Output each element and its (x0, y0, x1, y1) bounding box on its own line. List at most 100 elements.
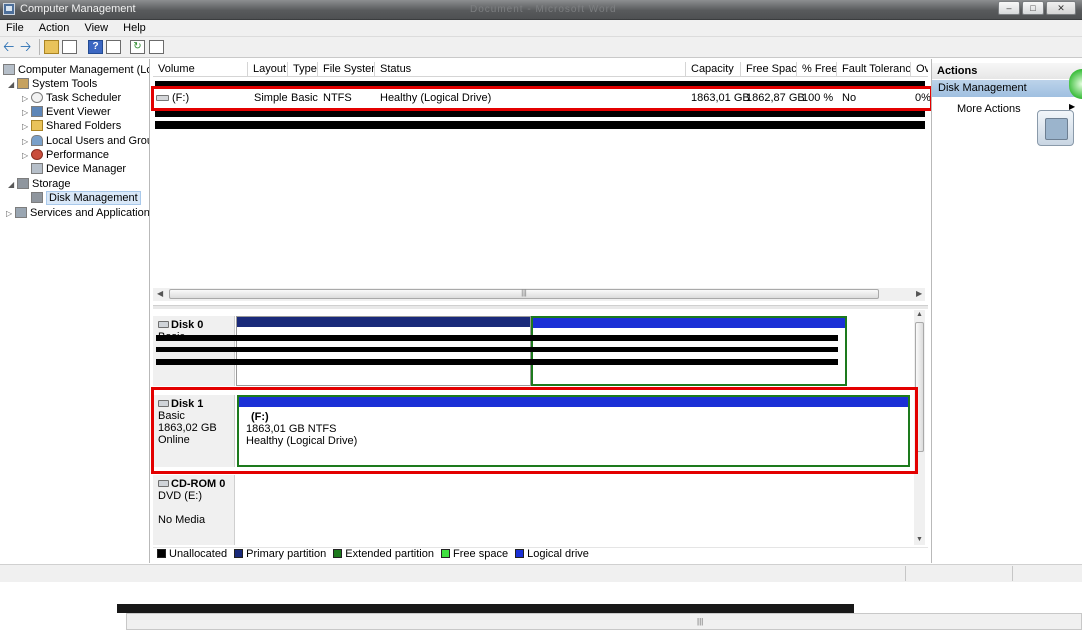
tree-device-manager[interactable]: Device Manager (31, 162, 126, 176)
tree-shared-folders-label: Shared Folders (46, 120, 122, 132)
tree-event-viewer[interactable]: ▷ Event Viewer (22, 105, 111, 119)
scroll-down-arrow-icon[interactable]: ▼ (916, 536, 923, 543)
partition-f-size: 1863,01 GB NTFS (246, 423, 337, 435)
redacted-disk-info (156, 335, 838, 341)
up-folder-icon[interactable] (44, 40, 59, 54)
maximize-button[interactable]: □ (1022, 1, 1044, 15)
logical-drive-bar (533, 318, 845, 328)
column-fault-tolerance[interactable]: Fault Tolerance (837, 62, 911, 77)
floating-app-icon[interactable] (1037, 110, 1074, 146)
forward-arrow-icon[interactable]: 🡢 (20, 39, 35, 54)
column-capacity[interactable]: Capacity (686, 62, 741, 77)
volume-name: (F:) (172, 92, 190, 104)
legend-logical: Logical drive (515, 548, 589, 561)
cdrom-0-label[interactable]: CD-ROM 0 DVD (E:) No Media (153, 475, 235, 545)
tree-disk-management-label: Disk Management (46, 191, 141, 205)
tree-services-label: Services and Applications (30, 207, 150, 219)
volume-scroll-thumb[interactable]: ||| (169, 289, 879, 299)
help-icon[interactable]: ? (88, 40, 103, 54)
collapse-arrow-icon[interactable]: ◢ (8, 78, 17, 92)
show-hide-tree-icon[interactable] (62, 40, 77, 54)
tree-event-viewer-label: Event Viewer (46, 106, 111, 118)
actions-disk-management[interactable]: Disk Management (932, 80, 1082, 97)
refresh-icon[interactable]: ↻ (130, 40, 145, 54)
column-layout[interactable]: Layout (248, 62, 288, 77)
volume-list-scrollbar[interactable]: ◀ ||| ▶ (153, 288, 925, 301)
properties-icon[interactable] (106, 40, 121, 54)
column-percent-free[interactable]: % Free (797, 62, 837, 77)
expand-arrow-icon[interactable]: ▷ (22, 106, 31, 120)
redacted-volume-row (155, 81, 925, 87)
column-volume[interactable]: Volume (153, 62, 248, 77)
legend-extended: Extended partition (333, 548, 434, 561)
menu-view[interactable]: View (78, 21, 114, 35)
volume-layout: Simple (254, 92, 288, 104)
disk-1-partition-f[interactable]: (F:) 1863,01 GB NTFS Healthy (Logical Dr… (237, 395, 910, 467)
primary-partition-bar (237, 317, 530, 327)
volume-status: Healthy (Logical Drive) (380, 92, 492, 104)
menu-file[interactable]: File (0, 21, 30, 35)
column-free-space[interactable]: Free Space (741, 62, 797, 77)
users-icon (31, 135, 43, 146)
disk-1-state: Online (158, 434, 190, 446)
disk-view-scrollbar[interactable]: ▲ ▼ (914, 310, 925, 545)
minimize-button[interactable]: – (998, 1, 1020, 15)
redacted-bottom-strip (117, 604, 854, 613)
tree-services[interactable]: ▷ Services and Applications (6, 206, 150, 221)
pane-splitter[interactable] (153, 305, 928, 309)
tree-storage[interactable]: ◢ Storage (8, 177, 71, 191)
expand-arrow-icon[interactable]: ▷ (22, 92, 31, 106)
tree-system-tools[interactable]: ◢ System Tools (8, 77, 97, 91)
more-actions-link[interactable]: More Actions (957, 102, 1021, 116)
window-title: Computer Management (20, 3, 136, 15)
computer-icon (3, 64, 15, 75)
scroll-left-arrow-icon[interactable]: ◀ (157, 289, 163, 298)
export-list-icon[interactable] (149, 40, 164, 54)
clock-icon (31, 92, 43, 103)
tree-disk-management[interactable]: Disk Management (31, 191, 141, 205)
close-button[interactable]: ✕ (1046, 1, 1076, 15)
tree-root[interactable]: Computer Management (Local (3, 63, 149, 77)
expand-arrow-icon[interactable]: ▷ (22, 120, 31, 134)
tree-task-scheduler[interactable]: ▷ Task Scheduler (22, 91, 121, 105)
expand-arrow-icon[interactable]: ▷ (22, 135, 31, 149)
disk-view-scroll-thumb[interactable] (915, 322, 924, 452)
disk-management-icon (31, 192, 43, 203)
menu-bar: File Action View Help (0, 20, 1082, 37)
volume-type: Basic (291, 92, 318, 104)
scroll-grip-icon: ||| (697, 617, 704, 626)
expand-arrow-icon[interactable]: ▷ (22, 149, 31, 163)
disk-1-label[interactable]: Disk 1 Basic 1863,02 GB Online (153, 395, 235, 467)
collapse-arrow-icon[interactable]: ◢ (8, 178, 17, 192)
menu-help[interactable]: Help (117, 21, 152, 35)
column-overhead[interactable]: Ov (911, 62, 928, 77)
tree-root-label: Computer Management (Local (18, 64, 149, 76)
performance-icon (31, 149, 43, 160)
back-arrow-icon[interactable]: 🡠 (3, 39, 18, 54)
volume-fault-tolerance: No (842, 92, 857, 104)
tree-performance[interactable]: ▷ Performance (22, 148, 109, 162)
column-type[interactable]: Type (288, 62, 318, 77)
legend-label: Free space (453, 548, 509, 560)
column-file-system[interactable]: File System (318, 62, 375, 77)
tree-local-users[interactable]: ▷ Local Users and Groups (22, 134, 149, 149)
tree-shared-folders[interactable]: ▷ Shared Folders (22, 119, 121, 133)
toolbar-separator (39, 39, 40, 55)
toolbar: 🡠 🡢 ? ↻ (0, 37, 1082, 58)
expand-arrow-icon[interactable]: ▷ (6, 207, 15, 221)
volume-file-system: NTFS (323, 92, 352, 104)
scroll-right-arrow-icon[interactable]: ▶ (916, 289, 922, 298)
bottom-horizontal-scrollbar[interactable]: ||| (126, 613, 1082, 630)
menu-action[interactable]: Action (33, 21, 76, 35)
tree-local-users-label: Local Users and Groups (46, 135, 149, 147)
logical-drive-bar (239, 397, 908, 407)
scroll-up-arrow-icon[interactable]: ▲ (916, 311, 923, 318)
disk-1-name: Disk 1 (171, 398, 204, 410)
volume-row-f[interactable]: (F:) Simple Basic NTFS Healthy (Logical … (153, 91, 931, 105)
redacted-disk-info (156, 359, 838, 365)
column-status[interactable]: Status (375, 62, 686, 77)
status-divider (1012, 566, 1013, 581)
disk-icon (158, 321, 169, 328)
title-bar: Computer Management Document - Microsoft… (0, 0, 1082, 20)
background-window-title: Document - Microsoft Word (470, 4, 617, 15)
